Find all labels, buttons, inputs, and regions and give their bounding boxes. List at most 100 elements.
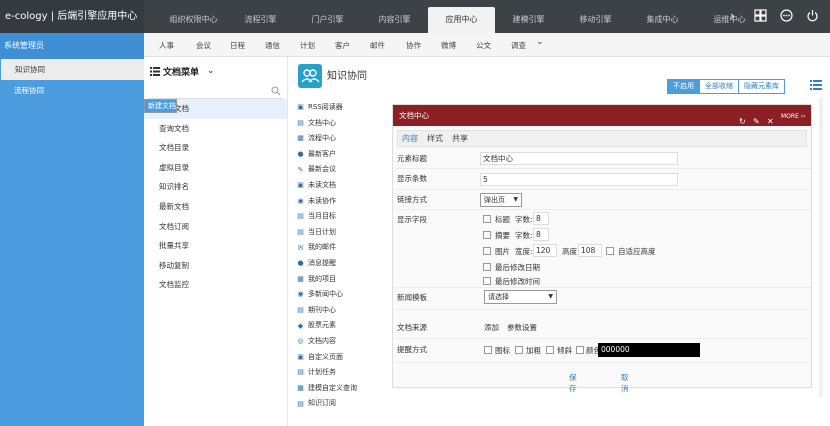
more-options-icon[interactable] bbox=[780, 9, 793, 22]
title-words-input[interactable]: 8 bbox=[533, 212, 549, 225]
menu-item-new-doc[interactable]: 新建文档 bbox=[144, 99, 177, 113]
menu-item[interactable]: 批量共享 bbox=[144, 236, 287, 256]
top-tab[interactable]: 移动引擎 bbox=[562, 0, 629, 33]
menu-item[interactable]: 文档订阅 bbox=[144, 217, 287, 237]
link-label: 链接方式 bbox=[397, 195, 427, 204]
last-time-checkbox[interactable] bbox=[483, 277, 491, 285]
vertical-scrollbar[interactable] bbox=[815, 97, 827, 397]
top-tab[interactable]: 组织权限中心 bbox=[160, 0, 227, 33]
portlet-item[interactable]: ◆ 股票元素 bbox=[289, 318, 389, 334]
title-checkbox[interactable] bbox=[483, 215, 491, 223]
collapse-all-button[interactable]: 全部收缩 bbox=[699, 80, 738, 93]
auto-height-checkbox[interactable] bbox=[606, 247, 614, 255]
portlet-item[interactable]: ▦ 我的项目 bbox=[289, 272, 389, 288]
top-tab[interactable]: 建模引擎 bbox=[495, 0, 562, 33]
sub-more-chevron-icon[interactable]: ⌄ bbox=[536, 37, 544, 47]
save-button[interactable]: 保存 bbox=[569, 372, 577, 394]
words-label: 字数: bbox=[515, 215, 533, 224]
color-input[interactable]: 000000 bbox=[598, 343, 700, 357]
portlet-item[interactable]: ▦ 建模自定义查询 bbox=[289, 381, 389, 397]
summary-checkbox[interactable] bbox=[483, 231, 491, 239]
sub-tab[interactable]: 微博 bbox=[441, 40, 456, 51]
last-date-checkbox[interactable] bbox=[483, 263, 491, 271]
disable-button[interactable]: 不启用 bbox=[668, 80, 699, 93]
next-tabs-arrow-icon[interactable]: › bbox=[730, 9, 735, 23]
portlet-item[interactable]: ✎ 最新会议 bbox=[289, 162, 389, 178]
portlet-item[interactable]: ▤ 期刊中心 bbox=[289, 303, 389, 319]
portlet-item[interactable]: ◉ 未读协作 bbox=[289, 194, 389, 210]
portlet-item-label: 文档中心 bbox=[308, 118, 336, 127]
sub-tab[interactable]: 日程 bbox=[230, 40, 245, 51]
menu-item[interactable]: 移动复制 bbox=[144, 256, 287, 276]
search-icon[interactable] bbox=[271, 86, 281, 96]
add-source-link[interactable]: 添加 bbox=[484, 322, 499, 333]
menu-item[interactable]: 虚拟目录 bbox=[144, 158, 287, 178]
sidebar-item-knowledge[interactable]: 知识协同 bbox=[1, 59, 144, 80]
sub-tab[interactable]: 计划 bbox=[300, 40, 315, 51]
menu-item[interactable]: 查询文档 bbox=[144, 119, 287, 139]
portlet-item[interactable]: ▣ RSS阅读器 bbox=[289, 100, 389, 116]
portlet-item[interactable]: ▣ 自定义页面 bbox=[289, 350, 389, 366]
sidebar-item-workflow[interactable]: 流程协同 bbox=[0, 80, 144, 101]
menu-item[interactable]: 知识排名 bbox=[144, 177, 287, 197]
portlet-item[interactable]: ▦ 流程中心 bbox=[289, 131, 389, 147]
top-tab[interactable]: 内容引擎 bbox=[361, 0, 428, 33]
more-link[interactable]: MORE ›› bbox=[781, 106, 806, 127]
menu-item[interactable]: 文档目录 bbox=[144, 138, 287, 158]
sub-tab[interactable]: 通信 bbox=[265, 40, 280, 51]
portlet-item[interactable]: ◎ 文档内容 bbox=[289, 334, 389, 350]
menu-search-input[interactable] bbox=[148, 85, 283, 99]
tab-share[interactable]: 共享 bbox=[452, 131, 468, 146]
close-icon[interactable]: ✕ bbox=[767, 111, 774, 132]
count-input[interactable]: 5 bbox=[480, 173, 678, 186]
sub-tab[interactable]: 调查 bbox=[511, 40, 526, 51]
remind-icon-checkbox[interactable] bbox=[484, 346, 492, 354]
title-input[interactable]: 文档中心 bbox=[480, 152, 678, 165]
refresh-icon[interactable]: ↻ bbox=[739, 111, 746, 132]
param-setting-link[interactable]: 参数设置 bbox=[507, 322, 537, 333]
portlet-item[interactable]: ▤ 当月目标 bbox=[289, 209, 389, 225]
sub-tab[interactable]: 邮件 bbox=[370, 40, 385, 51]
tab-content[interactable]: 内容 bbox=[402, 131, 418, 146]
sub-tab[interactable]: 客户 bbox=[335, 40, 350, 51]
sub-tab[interactable]: 协作 bbox=[406, 40, 421, 51]
hamburger-menu-icon[interactable] bbox=[810, 80, 822, 90]
template-select[interactable]: 请选择 ▼ bbox=[484, 290, 557, 304]
hide-library-button[interactable]: 隐藏元素库 bbox=[738, 80, 784, 93]
portlet-item[interactable]: ✉ 我的邮件 bbox=[289, 240, 389, 256]
sub-tab[interactable]: 公文 bbox=[476, 40, 491, 51]
sub-tab[interactable]: 会议 bbox=[196, 40, 211, 51]
remind-bold-checkbox[interactable] bbox=[515, 346, 523, 354]
summary-words-input[interactable]: 8 bbox=[533, 228, 549, 241]
portlet-item[interactable]: ▤ 文档中心 bbox=[289, 116, 389, 132]
portlet-item-label: 我的邮件 bbox=[308, 243, 336, 252]
edit-icon[interactable]: ✎ bbox=[753, 111, 760, 132]
doc-menu-header[interactable]: 文档菜单 ⌄ bbox=[144, 57, 287, 85]
power-icon[interactable] bbox=[806, 9, 819, 22]
multi-news-icon: ◉ bbox=[297, 290, 304, 299]
cancel-button[interactable]: 取消 bbox=[621, 372, 629, 394]
portlet-item[interactable]: ▤ 知识订阅 bbox=[289, 396, 389, 412]
image-checkbox[interactable] bbox=[483, 247, 491, 255]
sub-tab[interactable]: 人事 bbox=[159, 40, 174, 51]
project-icon: ▦ bbox=[297, 274, 304, 283]
top-tab[interactable]: 门户引擎 bbox=[294, 0, 361, 33]
portlet-item[interactable]: ▣ 未读文档 bbox=[289, 178, 389, 194]
top-tab-active[interactable]: 应用中心 bbox=[428, 7, 495, 33]
portlet-item[interactable]: ● 最新客户 bbox=[289, 147, 389, 163]
menu-item[interactable]: 最新文档 bbox=[144, 197, 287, 217]
portlet-item[interactable]: ▤ 当日计划 bbox=[289, 225, 389, 241]
link-select[interactable]: 弹出页 ▼ bbox=[480, 193, 522, 207]
remind-italic-checkbox[interactable] bbox=[546, 346, 554, 354]
portlet-item[interactable]: ● 消息提醒 bbox=[289, 256, 389, 272]
image-width-input[interactable]: 120 bbox=[533, 244, 557, 257]
remind-color-checkbox[interactable] bbox=[576, 346, 584, 354]
top-tab[interactable]: 集成中心 bbox=[629, 0, 696, 33]
image-height-input[interactable]: 108 bbox=[578, 244, 602, 257]
grid-icon[interactable] bbox=[754, 9, 767, 22]
tab-style[interactable]: 样式 bbox=[427, 131, 443, 146]
top-tab[interactable]: 流程引擎 bbox=[227, 0, 294, 33]
portlet-item[interactable]: ◉ 多新闻中心 bbox=[289, 287, 389, 303]
menu-item[interactable]: 文档监控 bbox=[144, 275, 287, 295]
portlet-item[interactable]: ▤ 计划任务 bbox=[289, 365, 389, 381]
